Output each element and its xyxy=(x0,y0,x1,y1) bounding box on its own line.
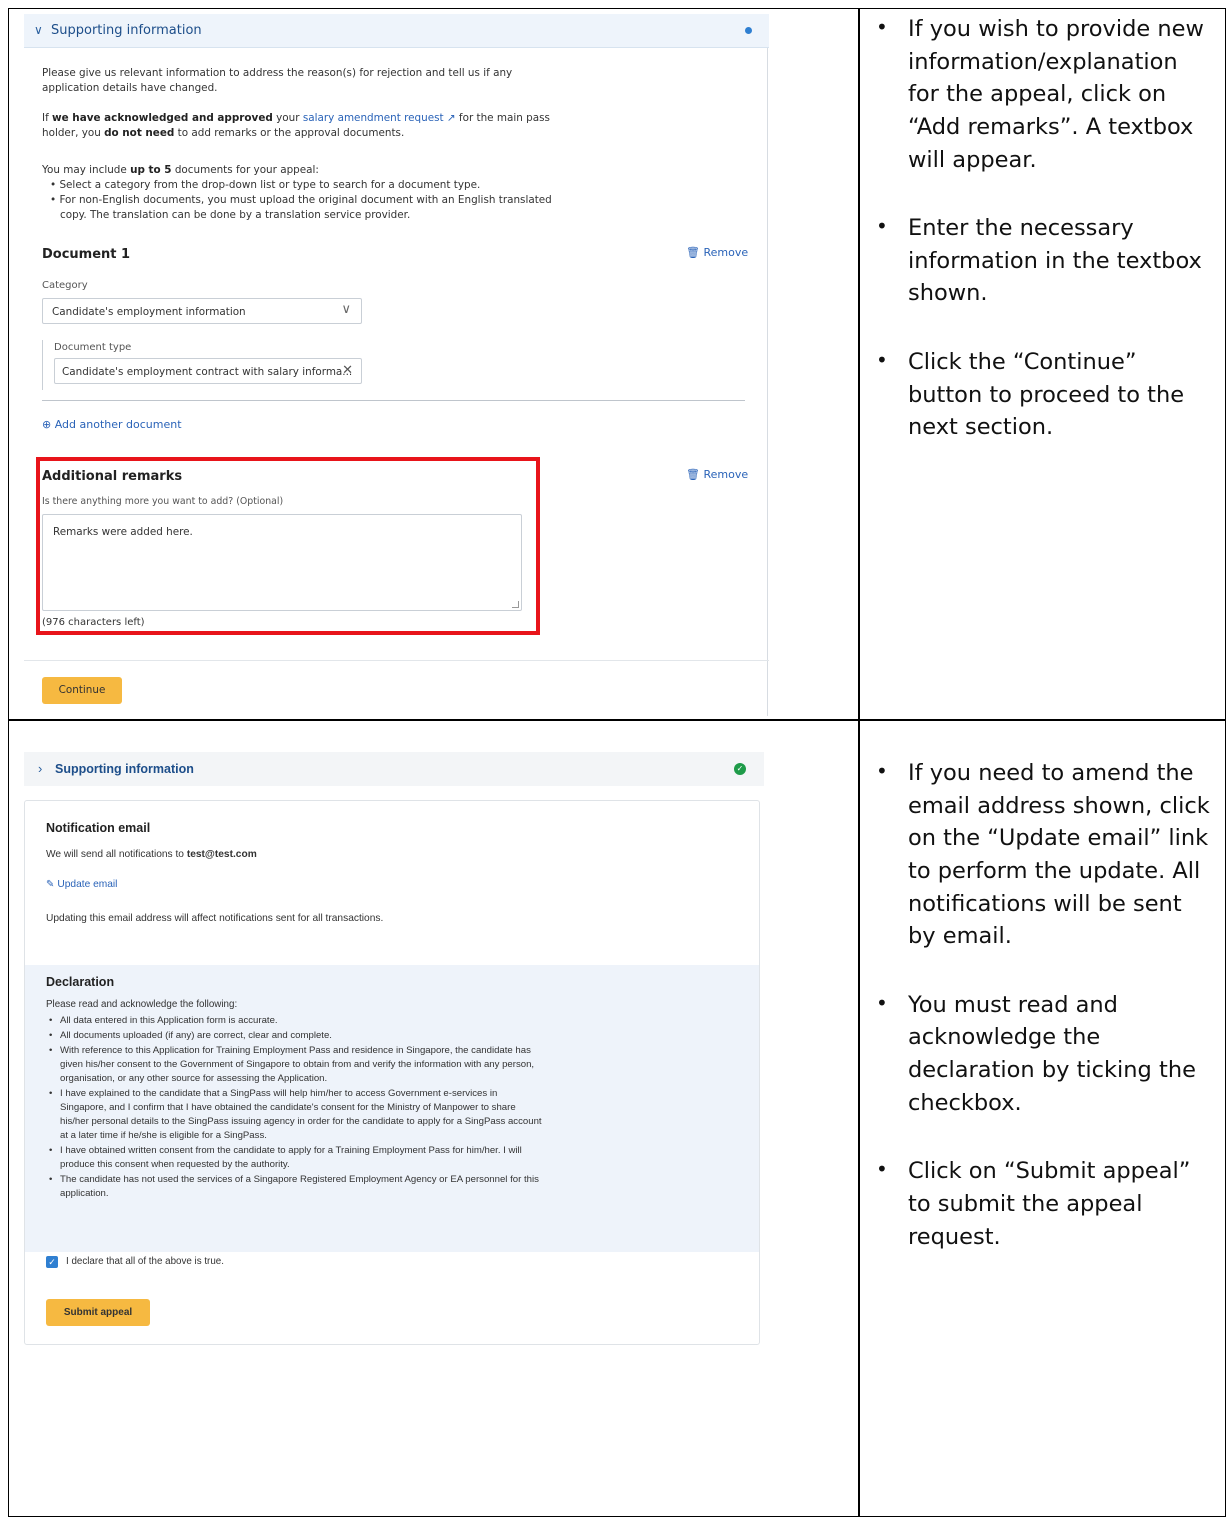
category-select[interactable]: Candidate's employment information ∨ xyxy=(42,298,362,324)
add-document-label: Add another document xyxy=(54,418,182,431)
section-header[interactable]: › Supporting information ✓ xyxy=(24,752,764,786)
email-title: Notification email xyxy=(46,821,151,835)
intro-line: Please give us relevant information to a… xyxy=(42,67,513,79)
guidance-bold: up to 5 xyxy=(130,164,172,176)
note-bold: do not need xyxy=(104,127,175,139)
documents-guidance: You may include up to 5 documents for yo… xyxy=(42,164,552,221)
note-text: your xyxy=(272,112,303,124)
guidance-text: documents for your appeal: xyxy=(171,164,319,176)
plus-circle-icon: ⊕ xyxy=(42,418,52,431)
nested-indent-bar xyxy=(42,340,43,390)
instructions-top: If you wish to provide new information/e… xyxy=(870,13,1215,480)
section-title: Supporting information xyxy=(55,762,194,776)
salary-amendment-link[interactable]: salary amendment request xyxy=(303,112,444,124)
email-text: We will send all notifications to xyxy=(46,849,187,860)
remarks-title: Additional remarks xyxy=(42,469,183,484)
declaration-checkbox[interactable]: ✓ xyxy=(46,1256,58,1268)
remove-label: Remove xyxy=(703,468,749,481)
declaration-item: I have explained to the candidate that a… xyxy=(46,1087,546,1143)
table-row-divider xyxy=(9,719,1225,721)
intro-line: application details have changed. xyxy=(42,82,218,94)
table-column-divider xyxy=(858,9,860,1516)
submit-appeal-button[interactable]: Submit appeal xyxy=(46,1299,150,1326)
status-dot xyxy=(745,27,752,34)
document-type-select[interactable]: Candidate's employment contract with sal… xyxy=(54,358,362,384)
remove-remarks-button[interactable]: 🗑 Remove xyxy=(686,468,748,481)
continue-button[interactable]: Continue xyxy=(42,677,122,704)
note-bold: we have acknowledged and approved xyxy=(52,112,273,124)
chevron-down-icon: ∨ xyxy=(34,23,43,37)
check-circle-icon: ✓ xyxy=(734,763,746,775)
remove-document-button[interactable]: 🗑 Remove xyxy=(686,246,748,259)
chevron-down-icon: ∨ xyxy=(341,302,351,317)
document-type-value: Candidate's employment contract with sal… xyxy=(62,366,353,378)
declaration-form-screenshot: › Supporting information ✓ Notification … xyxy=(24,752,764,1346)
panel-border xyxy=(767,48,768,716)
declaration-item: All documents uploaded (if any) are corr… xyxy=(46,1029,546,1043)
category-label: Category xyxy=(42,280,88,291)
instruction-item: Click on “Submit appeal” to submit the a… xyxy=(870,1155,1215,1253)
declaration-item: All data entered in this Application for… xyxy=(46,1014,546,1028)
chevron-right-icon: › xyxy=(38,761,43,776)
declaration-title: Declaration xyxy=(46,975,115,989)
declaration-list: All data entered in this Application for… xyxy=(46,1014,546,1202)
note-text: to add remarks or the approval documents… xyxy=(174,127,405,139)
section-header[interactable]: ∨ Supporting information xyxy=(24,14,769,48)
instruction-item: Enter the necessary information in the t… xyxy=(870,212,1215,310)
declaration-item: I have obtained written consent from the… xyxy=(46,1144,546,1172)
instruction-item: You must read and acknowledge the declar… xyxy=(870,989,1215,1120)
email-line: We will send all notifications to test@t… xyxy=(46,848,257,862)
document-type-label: Document type xyxy=(54,342,132,353)
document-title: Document 1 xyxy=(42,247,131,262)
characters-left: (976 characters left) xyxy=(42,617,145,628)
trash-icon: 🗑 xyxy=(686,468,700,481)
edit-icon: ✎ xyxy=(46,879,55,890)
remarks-value: Remarks were added here. xyxy=(53,526,193,538)
resize-handle[interactable] xyxy=(512,601,519,608)
section-title: Supporting information xyxy=(51,23,202,38)
declaration-item: The candidate has not used the services … xyxy=(46,1173,546,1201)
checkbox-label: I declare that all of the above is true. xyxy=(66,1256,224,1267)
declaration-item: With reference to this Application for T… xyxy=(46,1044,546,1086)
update-email-label: Update email xyxy=(57,879,118,890)
external-link-icon: ↗ xyxy=(443,112,456,124)
category-value: Candidate's employment information xyxy=(52,306,246,318)
guidance-bullet: For non-English documents, you must uplo… xyxy=(59,194,552,206)
note-text: holder, you xyxy=(42,127,105,139)
guidance-text: You may include xyxy=(42,164,131,176)
note-text: for the main pass xyxy=(455,112,550,124)
footer-divider xyxy=(24,660,769,661)
clear-icon[interactable]: ✕ xyxy=(342,363,353,378)
trash-icon: 🗑 xyxy=(686,246,700,259)
note-text: If xyxy=(42,112,53,124)
supporting-info-form-screenshot: ∨ Supporting information Please give us … xyxy=(24,14,769,716)
instruction-item: Click the “Continue” button to proceed t… xyxy=(870,346,1215,444)
instruction-item: If you wish to provide new information/e… xyxy=(870,13,1215,176)
acknowledged-note: If we have acknowledged and approved you… xyxy=(42,111,550,141)
guidance-bullet: Select a category from the drop-down lis… xyxy=(59,179,481,191)
update-email-link[interactable]: ✎ Update email xyxy=(46,878,117,892)
instructions-bottom: If you need to amend the email address s… xyxy=(870,757,1215,1289)
guidance-bullet-cont: copy. The translation can be done by a t… xyxy=(60,209,411,221)
remove-label: Remove xyxy=(703,246,749,259)
update-note: Updating this email address will affect … xyxy=(46,913,384,924)
declaration-intro: Please read and acknowledge the followin… xyxy=(46,999,238,1010)
email-address: test@test.com xyxy=(186,849,257,860)
intro-text: Please give us relevant information to a… xyxy=(42,66,512,96)
remarks-question: Is there anything more you want to add? … xyxy=(42,496,284,507)
add-document-link[interactable]: ⊕ Add another document xyxy=(42,418,182,431)
divider xyxy=(42,400,745,401)
remarks-textarea[interactable]: Remarks were added here. xyxy=(42,514,522,611)
instruction-item: If you need to amend the email address s… xyxy=(870,757,1215,953)
